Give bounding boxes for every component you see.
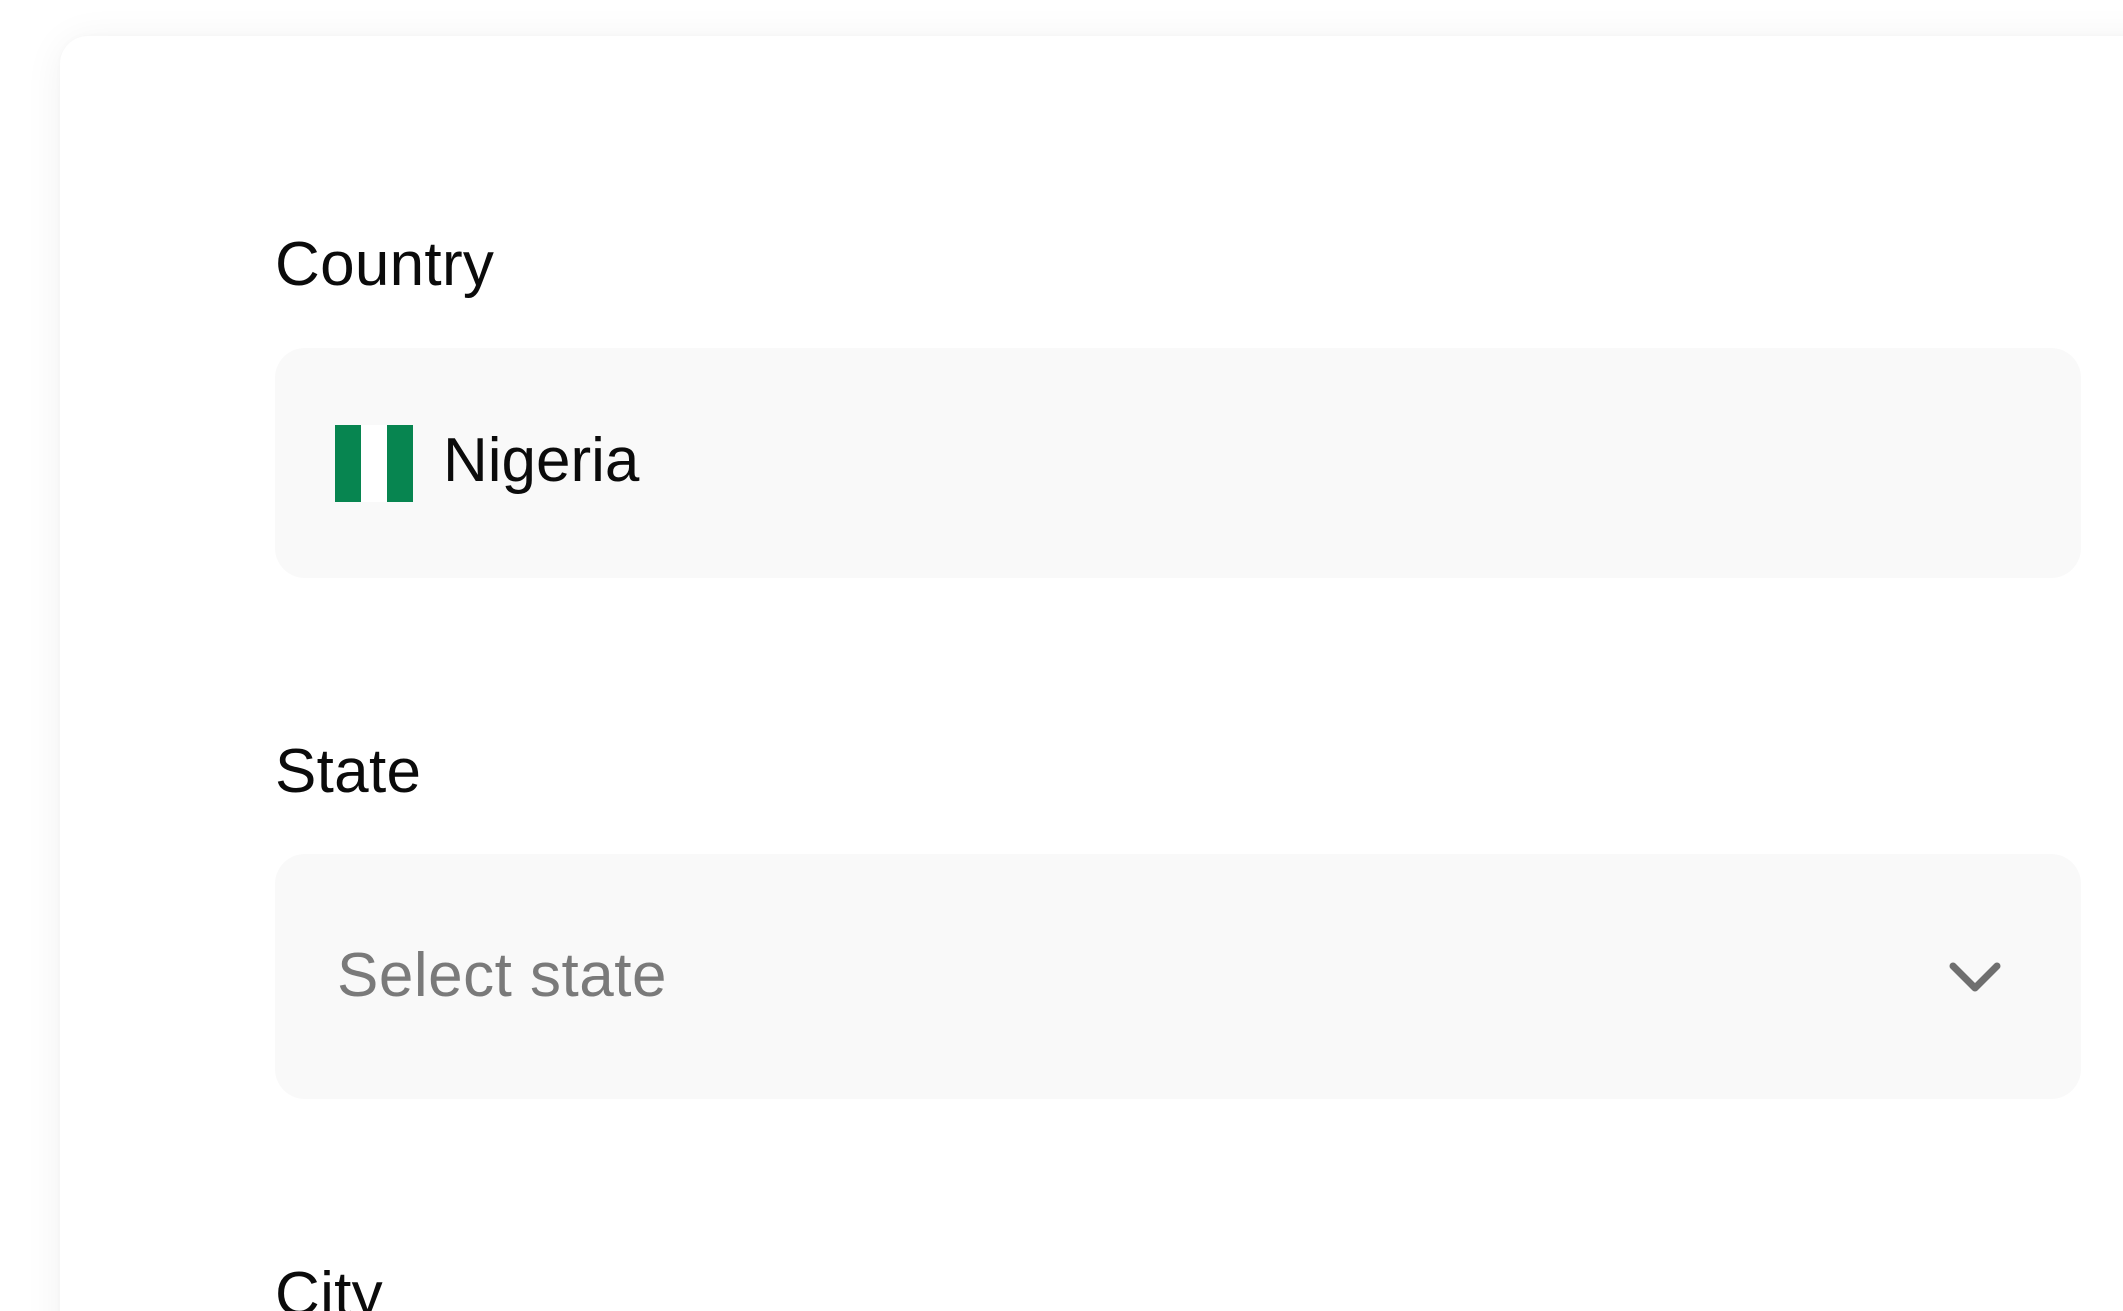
chevron-down-icon[interactable] (1945, 954, 2005, 1000)
state-label: State (275, 737, 422, 806)
state-placeholder: Select state (337, 941, 667, 1010)
page: Country Nigeria State Select state City (0, 0, 2123, 1311)
country-label: Country (275, 230, 495, 299)
state-select[interactable]: Select state (275, 854, 2081, 1099)
address-form-card: Country Nigeria State Select state City (60, 36, 2123, 1311)
country-field[interactable]: Nigeria (275, 348, 2081, 578)
country-value: Nigeria (443, 426, 640, 495)
nigeria-flag-icon (335, 425, 413, 502)
city-label: City (275, 1260, 383, 1311)
